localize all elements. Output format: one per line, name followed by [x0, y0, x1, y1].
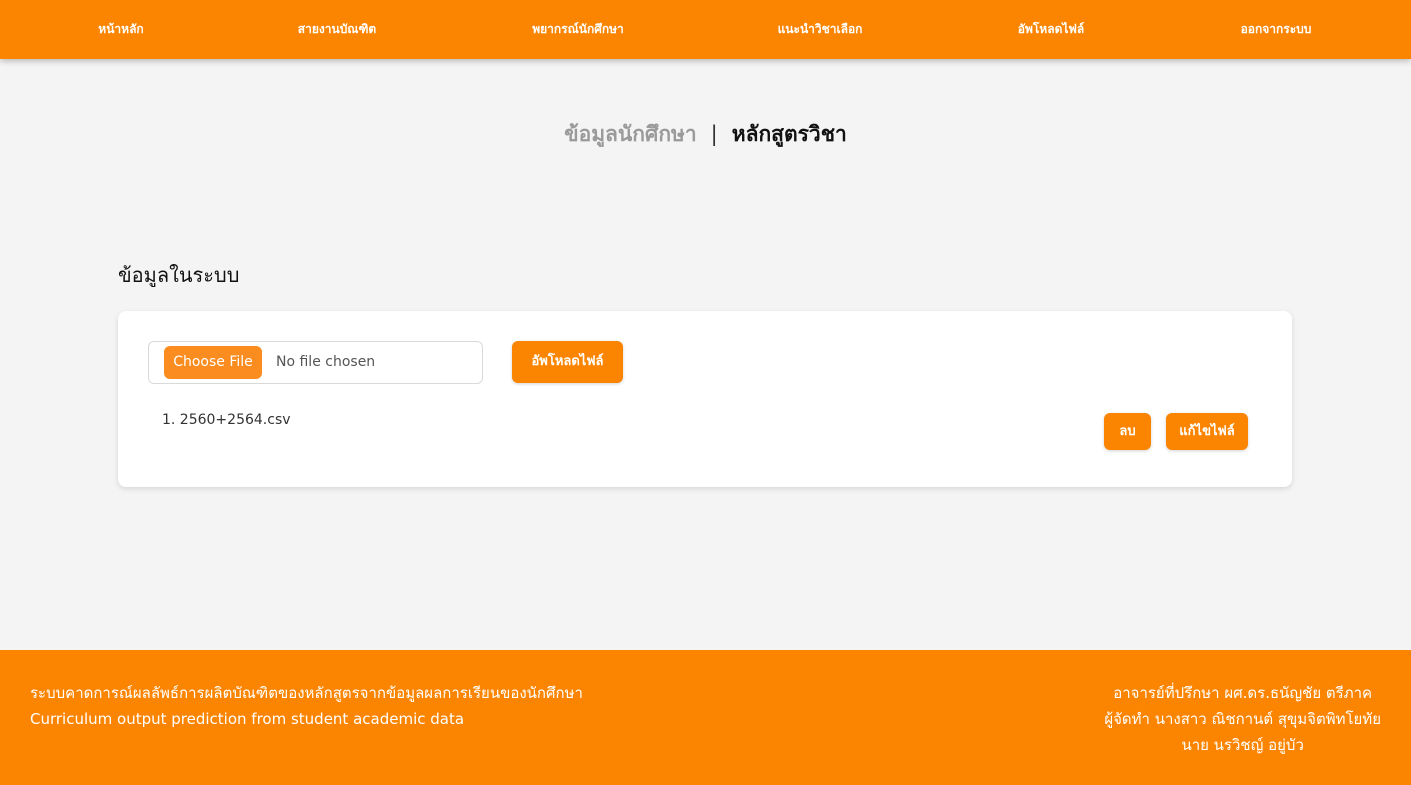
tab-curriculum[interactable]: หลักสูตรวิชา [732, 122, 847, 146]
footer-author-1: ผู้จัดทำ นางสาว ณิชกานต์ สุขุมจิตพิทโยทั… [1104, 710, 1381, 728]
footer-title-th: ระบบคาดการณ์ผลลัพธ์การผลิตบัณฑิตของหลักส… [30, 684, 583, 702]
nav-item-logout[interactable]: ออกจากระบบ [1241, 0, 1312, 59]
footer-advisor: อาจารย์ที่ปรึกษา ผศ.ดร.ธนัญชัย ตรีภาค [1113, 684, 1373, 702]
footer-credits: อาจารย์ที่ปรึกษา ผศ.ดร.ธนัญชัย ตรีภาค ผู… [1104, 680, 1381, 758]
file-status-text: No file chosen [276, 354, 376, 370]
file-card: Choose File No file chosen อัพโหลดไฟล์ 1… [118, 311, 1292, 487]
footer-title-en: Curriculum output prediction from studen… [30, 710, 465, 728]
top-navbar: หน้าหลัก สายงานบัณฑิต พยากรณ์นักศึกษา แน… [0, 0, 1411, 59]
nav-item-home[interactable]: หน้าหลัก [98, 0, 143, 59]
edit-file-button[interactable]: แก้ไขไฟล์ [1166, 413, 1248, 450]
nav-item-graduate-career[interactable]: สายงานบัณฑิต [298, 0, 376, 59]
nav-item-student-prediction[interactable]: พยากรณ์นักศึกษา [532, 0, 624, 59]
tab-separator: | [710, 122, 718, 146]
file-input[interactable]: Choose File No file chosen [148, 341, 483, 384]
footer-author-2: นาย นรวิชญ์ อยู่บัว [1181, 736, 1304, 754]
choose-file-button[interactable]: Choose File [164, 346, 262, 379]
footer: ระบบคาดการณ์ผลลัพธ์การผลิตบัณฑิตของหลักส… [0, 650, 1411, 785]
nav-item-upload-file[interactable]: อัพโหลดไฟล์ [1018, 0, 1085, 59]
footer-project-info: ระบบคาดการณ์ผลลัพธ์การผลิตบัณฑิตของหลักส… [30, 680, 583, 732]
tab-student-data[interactable]: ข้อมูลนักศึกษา [564, 122, 696, 146]
upload-button[interactable]: อัพโหลดไฟล์ [512, 341, 623, 383]
nav-item-elective-recommendation[interactable]: แนะนำวิชาเลือก [778, 0, 863, 59]
section-title: ข้อมูลในระบบ [118, 263, 240, 287]
file-list-item: 1. 2560+2564.csv [162, 412, 291, 428]
delete-file-button[interactable]: ลบ [1104, 413, 1151, 450]
view-switch: ข้อมูลนักศึกษา | หลักสูตรวิชา [0, 118, 1411, 151]
